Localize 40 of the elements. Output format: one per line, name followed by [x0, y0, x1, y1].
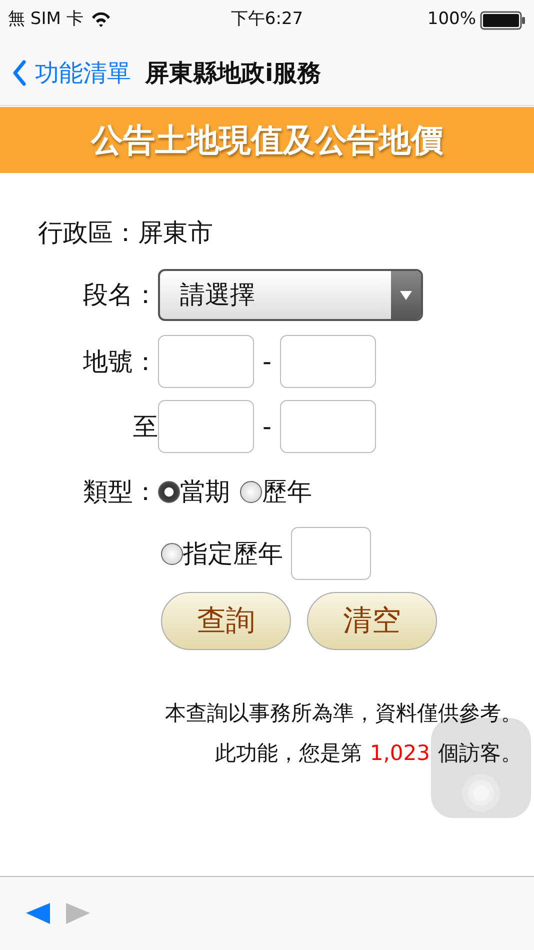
field-label: 行政區： [38, 217, 138, 250]
lot-number-field[interactable] [280, 335, 376, 388]
section-dropdown[interactable]: 請選擇 [158, 269, 423, 321]
back-arrow-button[interactable] [26, 903, 50, 924]
radio-button[interactable] [240, 481, 262, 503]
dash-separator: - [261, 346, 273, 378]
visitor-text: 個訪客。 [438, 740, 522, 766]
battery-percent: 100% [427, 8, 476, 32]
dash-separator: - [261, 410, 273, 443]
visitor-text: 此功能，您是第 [214, 740, 362, 766]
page-title: 屏東縣地政i服務 [145, 58, 322, 88]
option-label: 指定歷年 [183, 538, 283, 570]
back-button[interactable]: 功能清單 [12, 54, 131, 90]
left-triangle-icon [26, 903, 50, 924]
form-button[interactable]: 查詢 [161, 592, 291, 650]
wifi-icon [91, 12, 112, 28]
caret-icon [400, 290, 412, 300]
banner-title: 公告土地現值及公告地價 [91, 120, 443, 161]
district-value: 屏東市 [138, 217, 213, 250]
field-label: 段名： [82, 279, 158, 312]
radio-button[interactable] [158, 481, 180, 503]
forward-arrow-button[interactable] [66, 903, 90, 924]
back-chevron-icon [12, 60, 27, 86]
disclaimer-text: 本查詢以事務所為準，資料僅供參考。 [165, 700, 522, 727]
field-label: 類型： [82, 476, 158, 508]
lot-number-field[interactable] [280, 400, 376, 453]
field-label: 地號： [82, 346, 158, 378]
radio-button[interactable] [161, 542, 183, 564]
right-triangle-icon [66, 903, 90, 924]
option-label: 歷年 [262, 476, 312, 508]
field-label: 至 [132, 410, 158, 443]
year-field[interactable] [291, 527, 371, 580]
battery-icon [480, 10, 526, 30]
visitor-count: 1,023 [370, 740, 430, 766]
lot-number-field[interactable] [158, 335, 254, 388]
lot-number-field[interactable] [158, 400, 254, 453]
option-label: 當期 [180, 476, 230, 508]
carrier-label: 無 SIM 卡 [8, 8, 84, 32]
status-time: 下午6:27 [230, 8, 304, 32]
form-button[interactable]: 清空 [307, 592, 437, 650]
